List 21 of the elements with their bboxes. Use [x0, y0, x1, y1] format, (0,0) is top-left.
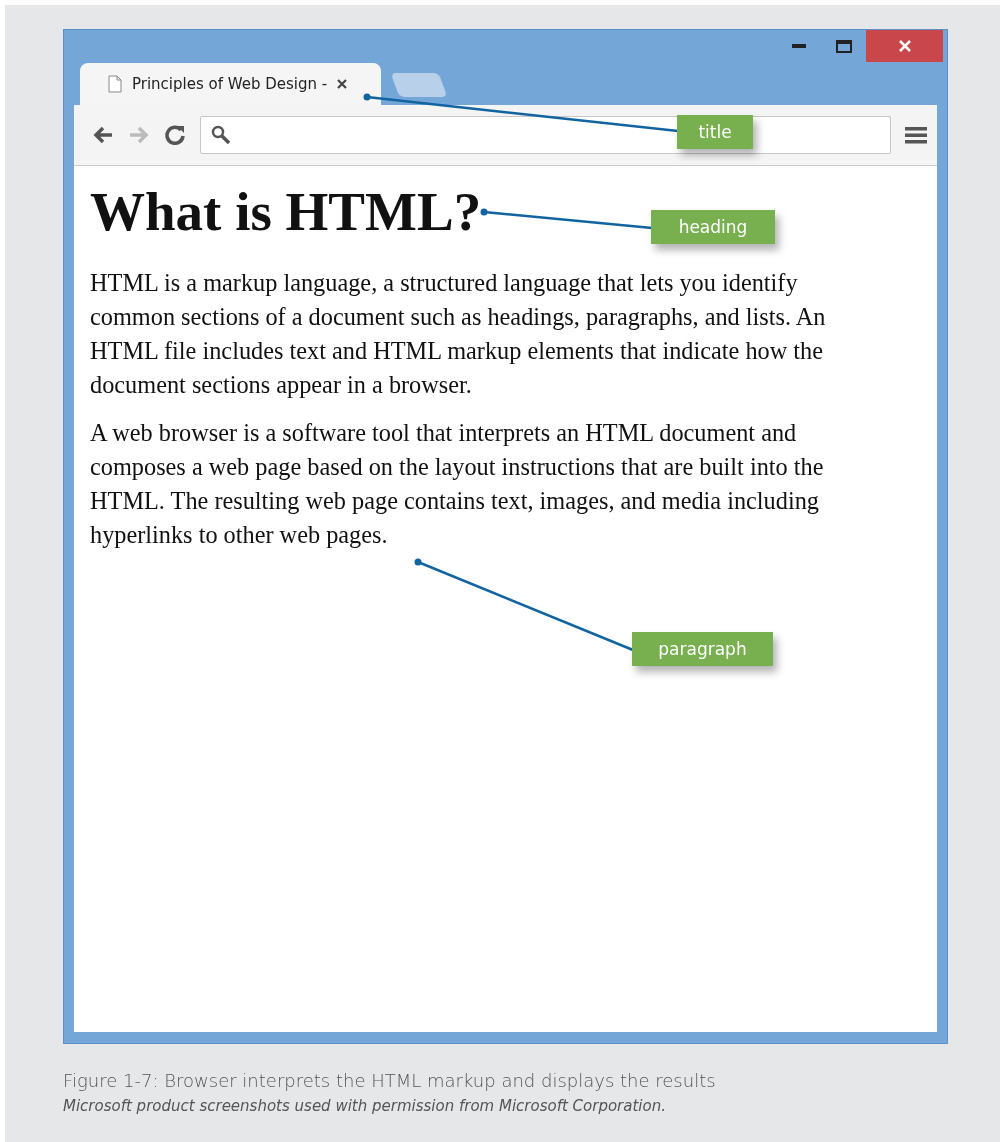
callout-label: paragraph [632, 632, 773, 666]
callout-label: heading [651, 210, 775, 244]
back-arrow-icon[interactable] [92, 125, 114, 145]
page-paragraph: HTML is a markup language, a structured language that lets you identify common sections of a document such as headings, paragraphs, and lists. An HTML file includes text and HTML markup elements that indicate how the document sections appear in a browser. [90, 268, 827, 400]
address-field[interactable] [200, 116, 891, 154]
reload-icon[interactable] [164, 124, 186, 146]
page-icon [108, 75, 122, 93]
figure-caption: Figure 1-7: Browser interprets the HTML markup and displays the results [63, 1070, 717, 1091]
close-icon [897, 39, 912, 53]
maximize-icon[interactable] [835, 39, 852, 53]
close-icon[interactable] [337, 79, 348, 89]
page-paragraph: A web browser is a software tool that interprets an HTML document and composes a web page based on the layout instructions that are built into the HTML. The resulting web page contains text, images, and media including hyperlinks to other web pages. [90, 418, 825, 550]
browser-tab[interactable]: Principles of Web Design - [80, 63, 382, 105]
close-button[interactable] [866, 30, 943, 62]
credit-line: Microsoft product screenshots used with permission from Microsoft Corporation. [63, 1097, 667, 1115]
page-heading: What is HTML? [90, 180, 482, 244]
tab-title: Principles of Web Design - [132, 75, 328, 93]
minimize-icon[interactable] [791, 44, 806, 48]
menu-icon[interactable] [905, 125, 927, 145]
callout-label: title [677, 115, 753, 149]
search-icon [211, 125, 231, 145]
